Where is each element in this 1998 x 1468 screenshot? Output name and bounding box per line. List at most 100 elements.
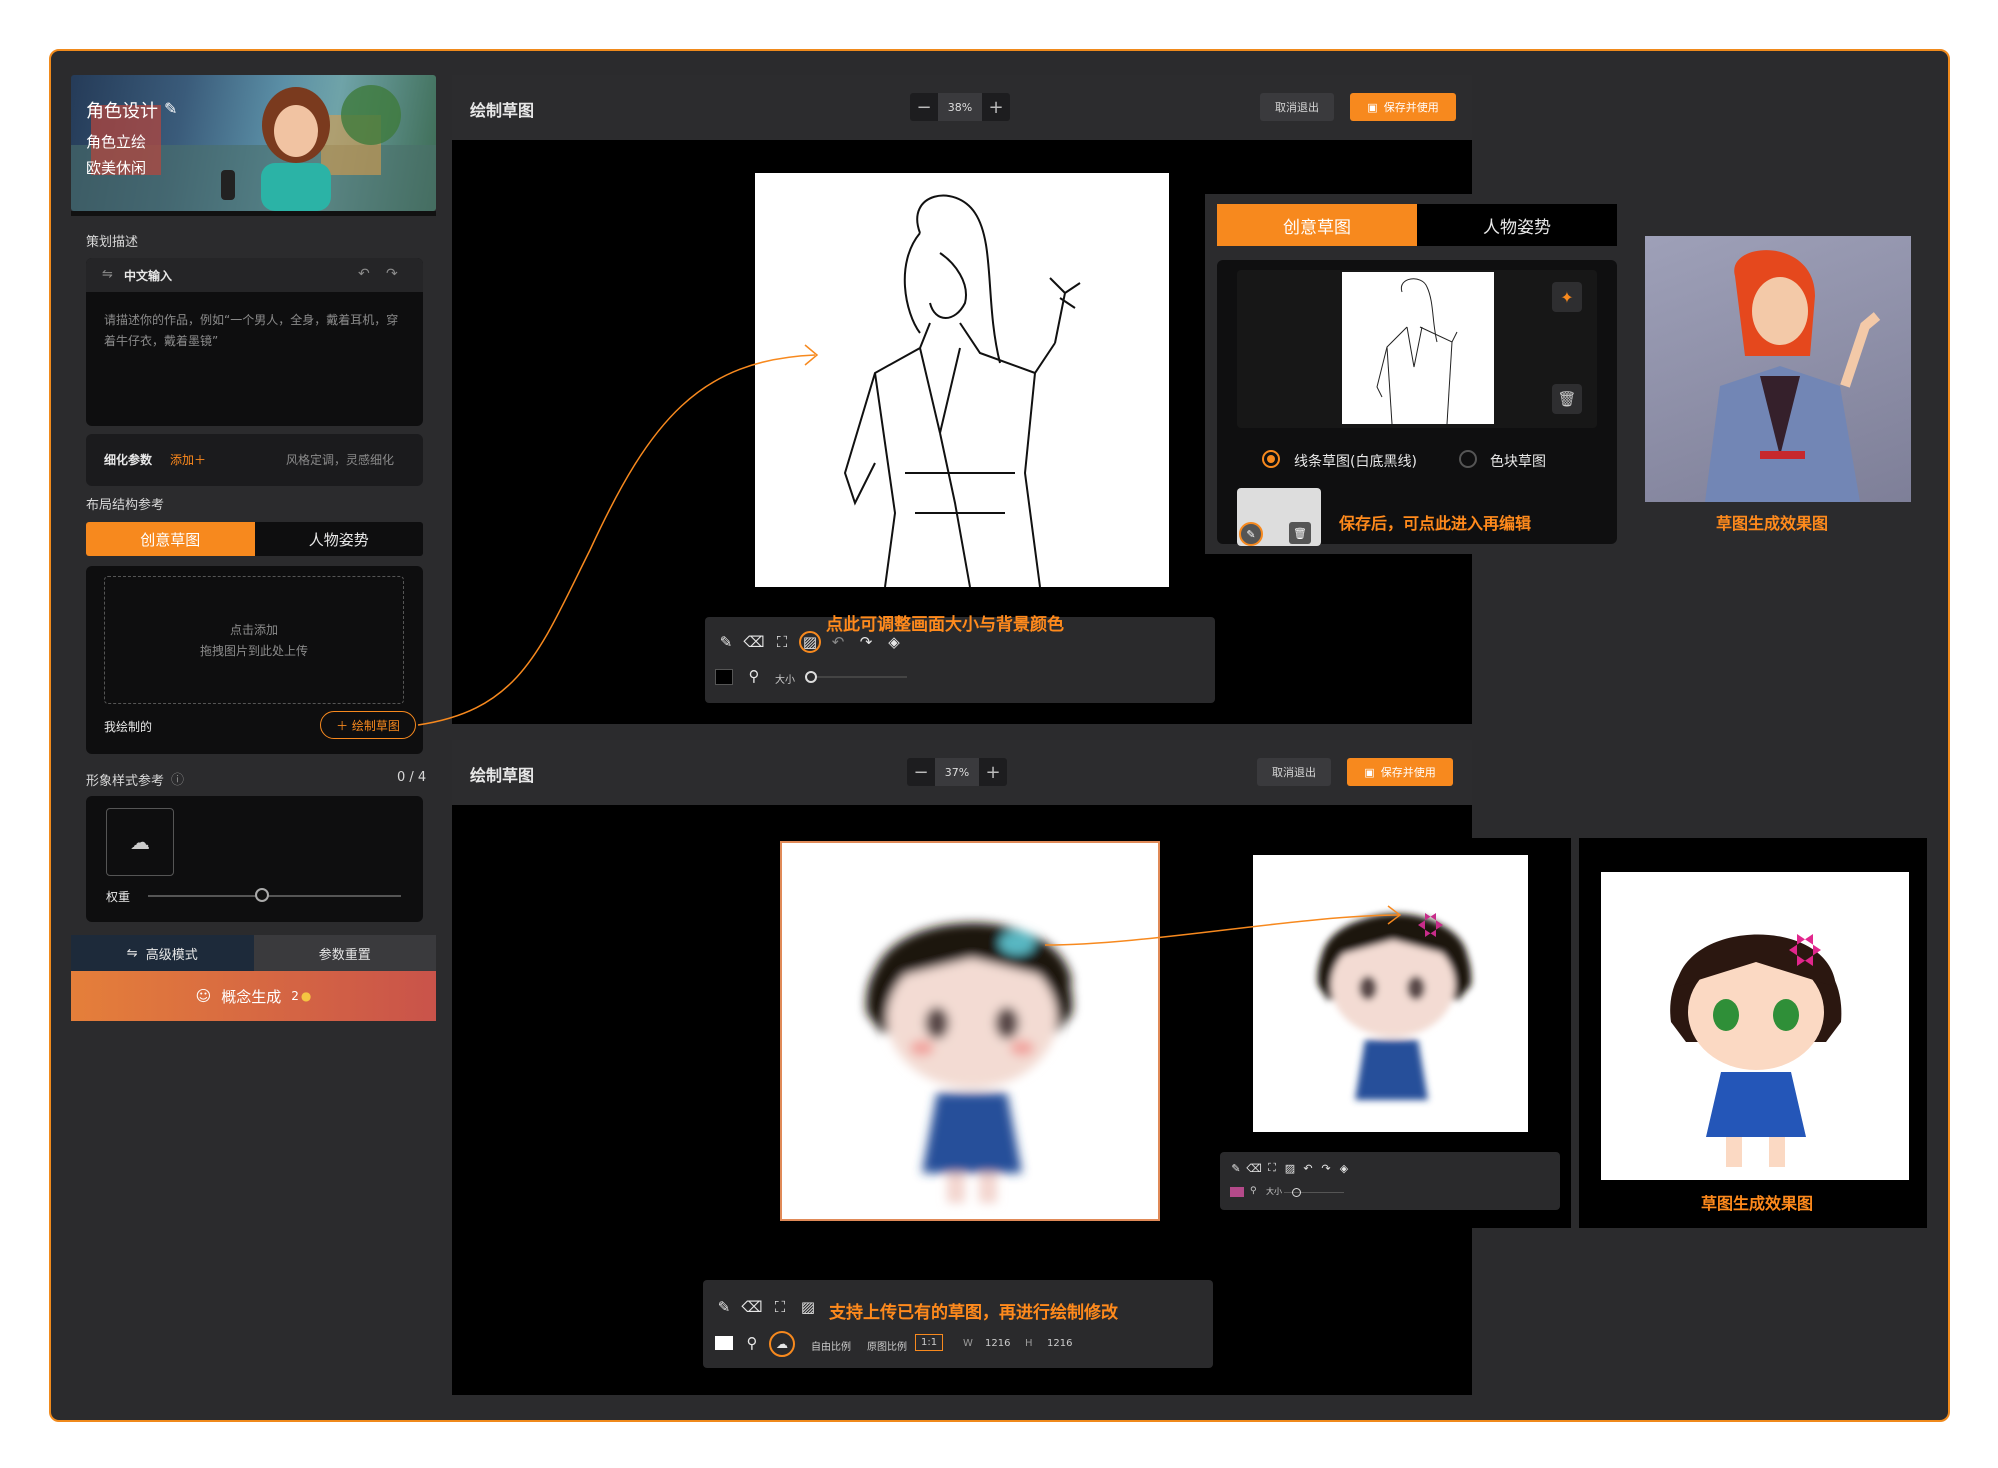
cancel-button[interactable]: 取消退出 [1260,93,1334,121]
generate-button[interactable]: ☺ 概念生成 2 ● [71,971,436,1021]
brush-icon[interactable]: ✎ [1228,1160,1244,1176]
clear-icon[interactable]: ◈ [1336,1160,1352,1176]
upload-dropzone[interactable]: 点击添加 拖拽图片到此处上传 [104,576,404,704]
zoom-out-button[interactable]: − [907,758,935,786]
size-slider-knob[interactable] [1292,1188,1301,1197]
sketch-popup: 创意草图 人物姿势 ✦ 🗑 线条草图(白底黑线) 色块草图 ✎ 🗑 保存后，可点… [1205,194,1621,554]
mini-tool-row: ✎ ⌫ ⛶ ▨ ↶ ↷ ◈ [1228,1160,1352,1176]
editor1-callout: 点此可调整画面大小与背景颜色 [826,615,1064,635]
canvas-settings-icon[interactable]: ▨ [1282,1160,1298,1176]
generate-cost: 2 [291,989,299,1003]
refine-add-button[interactable]: 添加＋ [170,451,206,468]
tab-pose[interactable]: 人物姿势 [1417,204,1617,246]
advanced-mode-button[interactable]: ⇋ 高级模式 [71,935,254,971]
zoom-out-button[interactable]: − [910,93,938,121]
color-swatch[interactable] [715,1336,733,1350]
crop-icon[interactable]: ⛶ [1264,1160,1280,1176]
tab-pose[interactable]: 人物姿势 [254,522,423,556]
width-value[interactable]: 1216 [985,1338,1010,1349]
editor2-header: 绘制草图 − 37% + 取消退出 ▣ 保存并使用 [452,740,1472,805]
radio-line-sketch[interactable] [1262,450,1280,468]
size-label: 大小 [1266,1187,1282,1196]
upload-line-1: 点击添加 [229,623,278,637]
redo-icon[interactable]: ↷ [1318,1160,1334,1176]
editor1-title: 绘制草图 [470,101,535,120]
undo-icon[interactable]: ↶ [358,266,370,282]
eyedropper-icon[interactable]: ⚲ [1250,1186,1257,1196]
prompt-input[interactable]: 请描述你的作品，例如“一个男人，全身，戴着耳机，穿着牛仔衣，戴着墨镜” [104,310,404,352]
input-mode-label[interactable]: 中文输入 [124,267,172,284]
zoom-in-button[interactable]: + [982,93,1010,121]
result-image-top [1645,236,1911,502]
height-value[interactable]: 1216 [1047,1338,1072,1349]
reset-button[interactable]: 参数重置 [253,935,436,971]
editor2-callout: 支持上传已有的草图，再进行绘制修改 [829,1303,1118,1323]
undo-icon[interactable]: ↶ [1300,1160,1316,1176]
brush-icon[interactable]: ✎ [713,1296,735,1318]
result-caption-bottom: 草图生成效果图 [1701,1194,1814,1213]
canvas-settings-icon[interactable]: ▨ [799,631,821,653]
edit-icon[interactable]: ✎ [1239,522,1263,546]
draw-sketch-button[interactable]: ＋ 绘制草图 [320,711,416,739]
popup-body: ✦ 🗑 线条草图(白底黑线) 色块草图 ✎ 🗑 保存后，可点此进入再编辑 [1217,260,1617,546]
crop-icon[interactable]: ⛶ [769,1296,791,1318]
eyedropper-icon[interactable]: ⚲ [743,665,765,687]
free-ratio-option[interactable]: 自由比例 [811,1338,851,1353]
upload-icon[interactable]: ☁ [769,1331,795,1357]
weight-slider-knob[interactable] [254,888,269,902]
banner-divider [71,211,436,216]
eraser-icon[interactable]: ⌫ [743,631,765,653]
eraser-icon[interactable]: ⌫ [1246,1160,1262,1176]
editor1-zoom: − 38% + [910,93,1010,121]
save-label: 保存并使用 [1380,766,1436,779]
edited-girl-sketch [1317,913,1472,1100]
help-icon[interactable]: ⓘ [171,769,184,788]
brush-icon[interactable]: ✎ [715,631,737,653]
tab-creative-sketch[interactable]: 创意草图 [1217,204,1417,246]
color-swatch[interactable] [715,669,733,685]
weight-slider-track[interactable] [148,895,401,897]
upload-cloud-icon[interactable]: ☁ [106,808,174,876]
size-slider-knob[interactable] [805,671,817,683]
result-caption-top: 草图生成效果图 [1716,514,1829,533]
plan-label: 策划描述 [86,235,139,250]
sketch-thumbnail[interactable] [1342,272,1494,425]
eyedropper-icon[interactable]: ⚲ [741,1332,763,1354]
refine-panel[interactable]: 细化参数 添加＋ 风格定调，灵感细化 [86,434,423,486]
editor1-canvas[interactable] [755,173,1169,588]
category-banner[interactable]: 角色设计 ✎ 角色立绘 欧美休闲 [71,75,436,211]
result-image-bottom [1601,872,1909,1180]
trash-icon[interactable]: 🗑 [1289,522,1311,544]
popup-tabs: 创意草图 人物姿势 [1217,204,1617,246]
generated-girl-illustration [1670,934,1842,1167]
redo-icon[interactable]: ↷ [386,266,398,282]
editor2-canvas[interactable] [780,841,1160,1221]
editor1-header: 绘制草图 − 38% + 取消退出 ▣ 保存并使用 [452,75,1472,140]
save-button[interactable]: ▣ 保存并使用 [1350,93,1456,121]
edit-icon[interactable]: ✎ [164,99,177,118]
trash-icon[interactable]: 🗑 [1552,384,1582,414]
editor2-zoom: − 37% + [907,758,1007,786]
ratio-1-1-option[interactable]: 1:1 [915,1334,944,1351]
save-button[interactable]: ▣ 保存并使用 [1347,758,1453,786]
color-swatch[interactable] [1230,1187,1244,1197]
size-slider-track[interactable] [817,676,907,678]
canvas-settings-icon[interactable]: ▨ [797,1296,819,1318]
height-label: H [1025,1338,1033,1349]
eraser-icon[interactable]: ⌫ [741,1296,763,1318]
blurry-girl-sketch [866,922,1073,1203]
radio-block-sketch[interactable] [1459,450,1477,468]
crop-icon[interactable]: ⛶ [771,631,793,653]
magic-wand-icon[interactable]: ✦ [1552,282,1582,312]
mode-bar: ⇋ 高级模式 参数重置 [71,935,436,971]
tab-creative-sketch[interactable]: 创意草图 [86,522,255,556]
cancel-button[interactable]: 取消退出 [1257,758,1331,786]
generate-label: 概念生成 [221,987,282,1006]
swap-icon: ⇋ [126,945,138,961]
original-ratio-option[interactable]: 原图比例 [867,1338,907,1353]
result-panel-top: 草图生成效果图 [1632,194,1930,554]
weight-label: 权重 [106,890,131,904]
zoom-in-button[interactable]: + [979,758,1007,786]
zoom-value: 38% [938,93,982,121]
swap-icon[interactable]: ⇋ [102,267,113,282]
